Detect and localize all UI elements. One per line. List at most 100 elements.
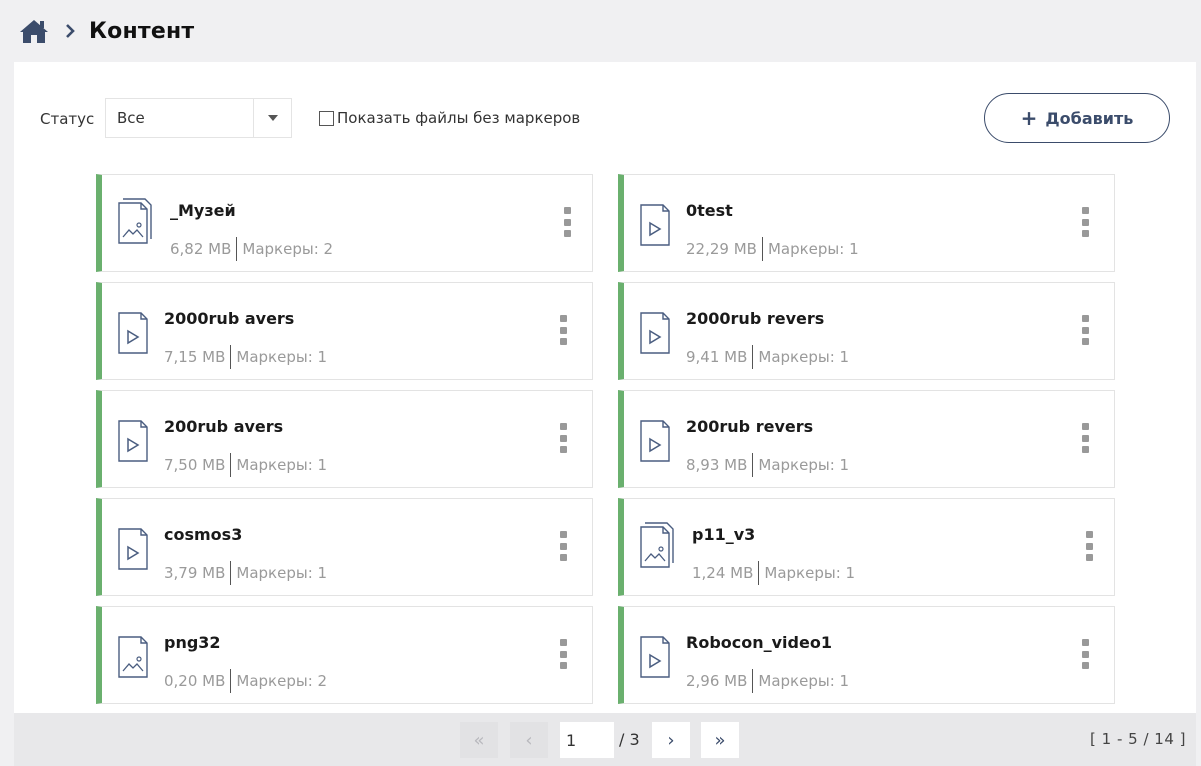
meta-divider [230,561,232,585]
meta-divider [761,237,763,261]
marker-count: Маркеры: 1 [758,456,850,474]
pagination: « ‹ / 3 › » [ 1 - 5 / 14 ] [14,713,1196,766]
file-size: 22,29 MB [686,240,757,258]
add-button-label: Добавить [1045,108,1134,128]
chevron-right-icon: › [667,729,675,751]
prev-page-button[interactable]: ‹ [510,722,548,758]
marker-count: Маркеры: 1 [764,564,856,582]
file-size: 9,41 MB [686,348,748,366]
page-total: / 3 [619,730,640,749]
last-page-button[interactable]: » [701,722,739,758]
marker-count: Маркеры: 1 [236,348,328,366]
file-meta: 7,15 MB Маркеры: 1 [164,345,327,369]
chevron-left-icon: ‹ [525,729,533,751]
file-size: 0,20 MB [164,672,226,690]
file-size: 7,15 MB [164,348,226,366]
file-card[interactable]: p11_v3 1,24 MB Маркеры: 1 [618,498,1115,596]
page-title: Контент [89,18,195,44]
file-name[interactable]: _Музей [170,201,236,220]
file-name[interactable]: Robocon_video1 [686,633,832,652]
caret-down-icon [267,115,278,121]
no-markers-filter[interactable]: Показать файлы без маркеров [319,109,580,127]
status-select-value: Все [117,109,145,127]
marker-count: Маркеры: 1 [236,456,328,474]
file-name[interactable]: 200rub avers [164,417,283,436]
file-card[interactable]: 200rub revers 8,93 MB Маркеры: 1 [618,390,1115,488]
file-card[interactable]: 2000rub revers 9,41 MB Маркеры: 1 [618,282,1115,380]
breadcrumb: Контент [0,0,1201,62]
file-card[interactable]: cosmos3 3,79 MB Маркеры: 1 [96,498,593,596]
status-label: Статус [40,110,95,128]
meta-divider [752,669,754,693]
content-panel: Статус Все Показать файлы без маркеров +… [14,62,1196,766]
file-name[interactable]: png32 [164,633,221,652]
file-meta: 7,50 MB Маркеры: 1 [164,453,327,477]
marker-count: Маркеры: 1 [758,348,850,366]
file-card[interactable]: png32 0,20 MB Маркеры: 2 [96,606,593,704]
more-vertical-icon[interactable] [564,207,572,237]
file-meta: 9,41 MB Маркеры: 1 [686,345,849,369]
more-vertical-icon[interactable] [1082,315,1090,345]
double-chevron-left-icon: « [473,729,485,751]
next-page-button[interactable]: › [652,722,690,758]
file-size: 1,24 MB [692,564,754,582]
file-card[interactable]: 200rub avers 7,50 MB Маркеры: 1 [96,390,593,488]
video-file-icon [115,519,155,579]
no-markers-checkbox[interactable] [319,110,334,126]
video-file-icon [637,627,677,687]
file-name[interactable]: 2000rub avers [164,309,294,328]
page-input[interactable] [560,722,614,758]
item-range: [ 1 - 5 / 14 ] [1090,730,1186,748]
video-file-icon [115,303,155,363]
file-card[interactable]: _Музей 6,82 MB Маркеры: 2 [96,174,593,272]
file-name[interactable]: p11_v3 [692,525,755,544]
meta-divider [752,345,754,369]
add-button[interactable]: + Добавить [984,93,1170,143]
image-file-icon [637,519,677,579]
meta-divider [752,453,754,477]
file-size: 7,50 MB [164,456,226,474]
more-vertical-icon[interactable] [560,423,568,453]
home-icon[interactable] [19,18,49,44]
video-file-icon [637,303,677,363]
file-meta: 0,20 MB Маркеры: 2 [164,669,327,693]
more-vertical-icon[interactable] [560,315,568,345]
more-vertical-icon[interactable] [560,531,568,561]
file-size: 6,82 MB [170,240,232,258]
file-card[interactable]: Robocon_video1 2,96 MB Маркеры: 1 [618,606,1115,704]
file-name[interactable]: 0test [686,201,733,220]
marker-count: Маркеры: 1 [758,672,850,690]
file-meta: 1,24 MB Маркеры: 1 [692,561,855,585]
more-vertical-icon[interactable] [1082,207,1090,237]
more-vertical-icon[interactable] [1082,639,1090,669]
file-name[interactable]: 200rub revers [686,417,813,436]
video-file-icon [637,195,677,255]
file-meta: 3,79 MB Маркеры: 1 [164,561,327,585]
marker-count: Маркеры: 2 [236,672,328,690]
plus-icon: + [1020,106,1038,130]
video-file-icon [115,411,155,471]
more-vertical-icon[interactable] [560,639,568,669]
chevron-right-icon [65,24,75,38]
file-name[interactable]: cosmos3 [164,525,242,544]
video-file-icon [637,411,677,471]
first-page-button[interactable]: « [460,722,498,758]
file-card[interactable]: 2000rub avers 7,15 MB Маркеры: 1 [96,282,593,380]
more-vertical-icon[interactable] [1082,423,1090,453]
file-meta: 6,82 MB Маркеры: 2 [170,237,333,261]
file-card[interactable]: 0test 22,29 MB Маркеры: 1 [618,174,1115,272]
file-size: 2,96 MB [686,672,748,690]
toolbar: Статус Все Показать файлы без маркеров +… [14,62,1196,172]
marker-count: Маркеры: 1 [767,240,859,258]
more-vertical-icon[interactable] [1086,531,1094,561]
image-file-icon [115,627,155,687]
file-name[interactable]: 2000rub revers [686,309,824,328]
meta-divider [230,669,232,693]
file-meta: 8,93 MB Маркеры: 1 [686,453,849,477]
file-size: 3,79 MB [164,564,226,582]
file-meta: 22,29 MB Маркеры: 1 [686,237,859,261]
status-select[interactable]: Все [105,98,292,138]
double-chevron-right-icon: » [714,729,726,751]
dropdown-toggle[interactable] [253,99,291,137]
meta-divider [230,345,232,369]
